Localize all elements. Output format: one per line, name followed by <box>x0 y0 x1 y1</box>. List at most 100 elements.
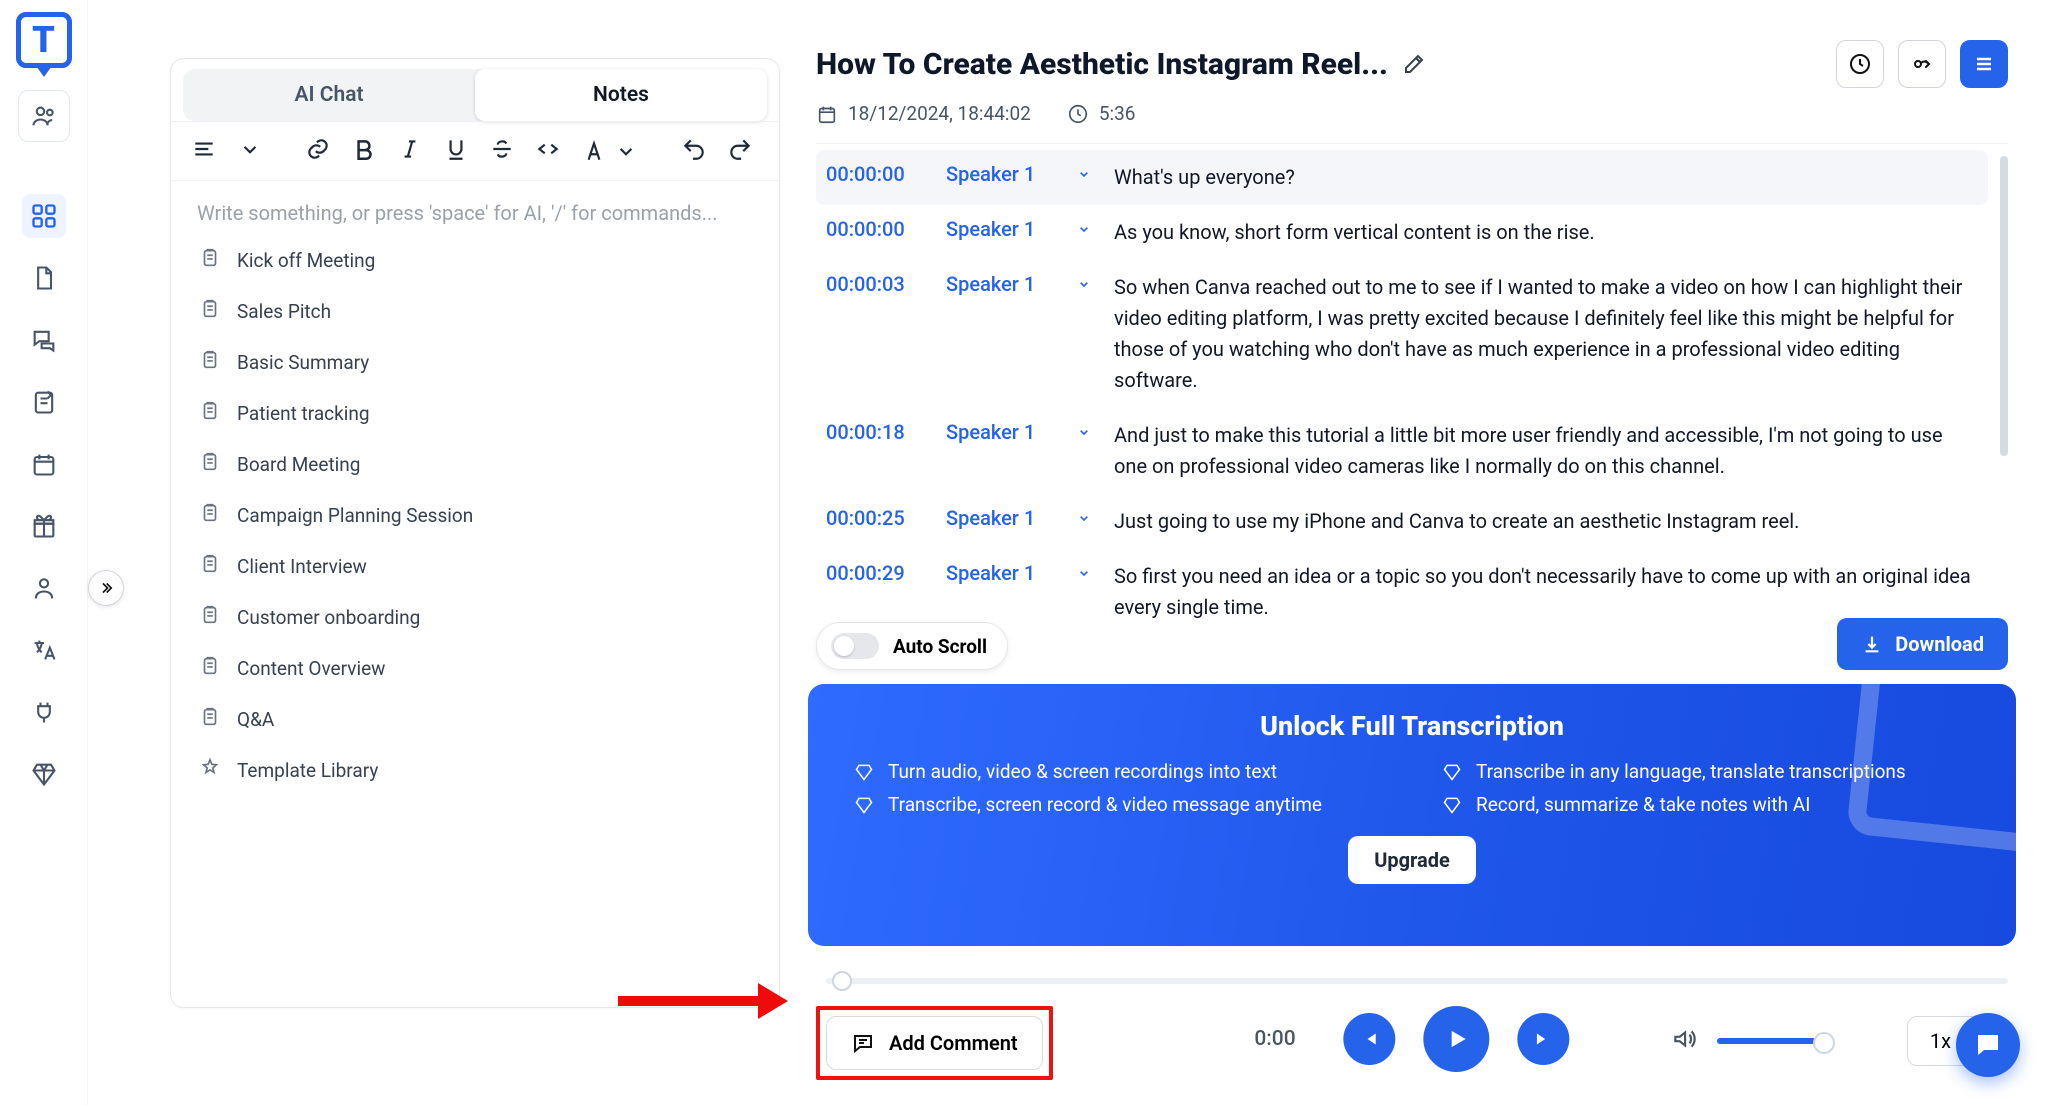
scrollbar[interactable] <box>2000 156 2008 456</box>
template-icon <box>199 757 221 784</box>
template-icon <box>199 655 221 682</box>
chevron-down-icon[interactable] <box>1076 272 1096 292</box>
template-label: Campaign Planning Session <box>237 504 473 527</box>
seek-thumb[interactable] <box>832 971 852 991</box>
next-button[interactable] <box>1518 1013 1570 1065</box>
template-item[interactable]: Board Meeting <box>183 439 767 490</box>
template-icon <box>199 706 221 733</box>
speaker-label[interactable]: Speaker 1 <box>946 561 1058 585</box>
transcript-text: And just to make this tutorial a little … <box>1114 420 1978 482</box>
meta-duration: 5:36 <box>1067 102 1136 125</box>
template-item[interactable]: Client Interview <box>183 541 767 592</box>
template-item[interactable]: Campaign Planning Session <box>183 490 767 541</box>
upsell-item: Turn audio, video & screen recordings in… <box>854 760 1382 783</box>
text-color-icon[interactable] <box>581 138 639 164</box>
template-item[interactable]: Customer onboarding <box>183 592 767 643</box>
template-label: Template Library <box>237 759 378 782</box>
template-item[interactable]: Q&A <box>183 694 767 745</box>
diamond-icon <box>854 762 874 782</box>
underline-icon[interactable] <box>443 136 469 166</box>
profile-icon[interactable] <box>22 566 66 610</box>
transcript-line[interactable]: 00:00:00Speaker 1What's up everyone? <box>816 150 1988 205</box>
tab-ai-chat[interactable]: AI Chat <box>183 69 475 121</box>
timestamp[interactable]: 00:00:25 <box>826 506 928 530</box>
paragraph-style-icon[interactable] <box>191 136 217 166</box>
chevron-down-icon[interactable] <box>1076 647 1096 650</box>
document-icon[interactable] <box>22 256 66 300</box>
link-icon[interactable] <box>305 136 331 166</box>
download-icon <box>1861 633 1883 655</box>
meta-datetime: 18/12/2024, 18:44:02 <box>816 102 1031 125</box>
timestamp[interactable]: 00:00:00 <box>826 162 928 186</box>
code-icon[interactable] <box>535 136 561 166</box>
template-item[interactable]: Kick off Meeting <box>183 235 767 286</box>
help-chat-fab[interactable] <box>1956 1013 2020 1077</box>
menu-icon[interactable] <box>1960 40 2008 88</box>
template-icon <box>199 553 221 580</box>
chevron-down-icon[interactable] <box>1076 506 1096 526</box>
diamond-icon <box>1442 762 1462 782</box>
template-label: Patient tracking <box>237 402 370 425</box>
undo-icon[interactable] <box>681 136 707 166</box>
editor-placeholder[interactable]: Write something, or press 'space' for AI… <box>171 181 779 229</box>
gift-icon[interactable] <box>22 504 66 548</box>
dashboard-icon[interactable] <box>22 194 66 238</box>
volume-icon[interactable] <box>1671 1026 1697 1056</box>
calendar-icon <box>816 103 838 125</box>
chevron-down-icon[interactable] <box>1076 162 1096 182</box>
template-item[interactable]: Template Library <box>183 745 767 796</box>
seek-bar[interactable] <box>826 978 2008 984</box>
template-item[interactable]: Content Overview <box>183 643 767 694</box>
template-item[interactable]: Sales Pitch <box>183 286 767 337</box>
people-icon[interactable] <box>18 90 70 142</box>
diamond-icon[interactable] <box>22 752 66 796</box>
strikethrough-icon[interactable] <box>489 136 515 166</box>
timestamp[interactable]: 00:00:18 <box>826 420 928 444</box>
italic-icon[interactable] <box>397 136 423 166</box>
chevron-down-icon[interactable] <box>1076 561 1096 581</box>
integrations-icon[interactable] <box>22 690 66 734</box>
share-icon[interactable] <box>1898 40 1946 88</box>
expand-sidebar-button[interactable] <box>88 570 124 606</box>
transcript-line[interactable]: 00:00:03Speaker 1So when Canva reached o… <box>816 260 1988 408</box>
chat-icon[interactable] <box>22 318 66 362</box>
add-comment-button[interactable]: Add Comment <box>826 1016 1043 1070</box>
speaker-label[interactable]: Speaker 1 <box>946 217 1058 241</box>
redo-icon[interactable] <box>727 136 753 166</box>
prev-button[interactable] <box>1344 1013 1396 1065</box>
notes-icon[interactable] <box>22 380 66 424</box>
upgrade-button[interactable]: Upgrade <box>1348 836 1476 884</box>
volume-slider[interactable] <box>1717 1038 1827 1044</box>
transcript-line[interactable]: 00:00:00Speaker 1As you know, short form… <box>816 205 1988 260</box>
upsell-title: Unlock Full Transcription <box>854 710 1970 742</box>
history-icon[interactable] <box>1836 40 1884 88</box>
speaker-label[interactable]: Speaker 1 <box>946 420 1058 444</box>
auto-scroll-toggle[interactable]: Auto Scroll <box>816 622 1008 670</box>
speaker-label[interactable]: Speaker 1 <box>946 162 1058 186</box>
template-icon <box>199 349 221 376</box>
bold-icon[interactable] <box>351 136 377 166</box>
template-label: Sales Pitch <box>237 300 331 323</box>
transcript-line[interactable]: 00:00:18 Speaker 1 And just to make this t… <box>816 408 1988 494</box>
auto-scroll-label: Auto Scroll <box>893 635 987 658</box>
toggle-icon[interactable] <box>831 633 879 659</box>
calendar-icon[interactable] <box>22 442 66 486</box>
edit-title-icon[interactable] <box>1402 52 1426 76</box>
chevron-down-icon[interactable] <box>1076 217 1096 237</box>
timestamp[interactable]: 00:00:29 <box>826 561 928 585</box>
speaker-label[interactable]: Speaker 1 <box>946 506 1058 530</box>
template-item[interactable]: Patient tracking <box>183 388 767 439</box>
chevron-down-icon[interactable] <box>1076 420 1096 440</box>
play-button[interactable] <box>1424 1006 1490 1072</box>
template-item[interactable]: Basic Summary <box>183 337 767 388</box>
translate-icon[interactable] <box>22 628 66 672</box>
timestamp[interactable]: 00:00:03 <box>826 272 928 296</box>
speaker-label[interactable]: Speaker 1 <box>946 272 1058 296</box>
template-label: Customer onboarding <box>237 606 420 629</box>
chevron-down-icon[interactable] <box>237 136 263 166</box>
transcript-line[interactable]: 00:00:29Speaker 1So first you need an id… <box>816 549 1988 635</box>
transcript-line[interactable]: 00:00:25Speaker 1Just going to use my iP… <box>816 494 1988 549</box>
tab-notes[interactable]: Notes <box>475 69 767 121</box>
download-button[interactable]: Download <box>1837 618 2008 670</box>
timestamp[interactable]: 00:00:00 <box>826 217 928 241</box>
